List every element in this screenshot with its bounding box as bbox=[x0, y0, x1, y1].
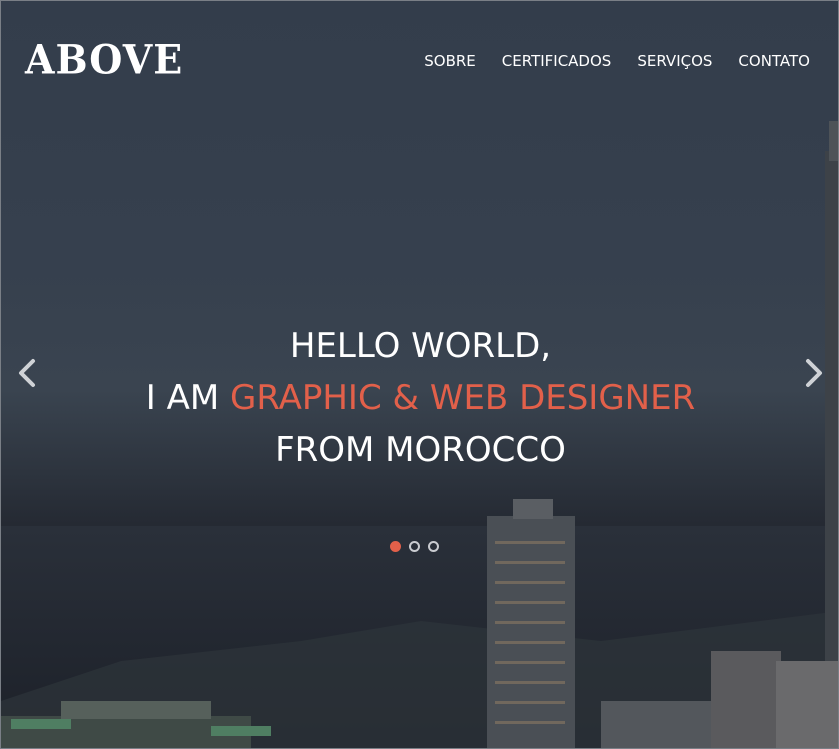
site-logo[interactable]: ABOVE bbox=[25, 36, 183, 83]
hero-line-2-accent: GRAPHIC & WEB DESIGNER bbox=[230, 377, 696, 418]
slider-dot[interactable] bbox=[390, 541, 401, 552]
nav-item-certificados[interactable]: CERTIFICADOS bbox=[502, 52, 612, 70]
nav-item-servicos[interactable]: SERVIÇOS bbox=[637, 52, 712, 70]
slider-dot[interactable] bbox=[409, 541, 420, 552]
nav-item-sobre[interactable]: SOBRE bbox=[424, 52, 476, 70]
hero-line-1: HELLO WORLD, bbox=[289, 325, 552, 366]
slider-dot[interactable] bbox=[428, 541, 439, 552]
hero-line-3: FROM MOROCCO bbox=[275, 429, 566, 470]
slider-pagination bbox=[390, 541, 439, 552]
hero-slider: ABOVE SOBRE CERTIFICADOS SERVIÇOS CONTAT… bbox=[0, 0, 839, 749]
nav-item-contato[interactable]: CONTATO bbox=[738, 52, 810, 70]
main-navigation: SOBRE CERTIFICADOS SERVIÇOS CONTATO bbox=[424, 52, 810, 70]
hero-line-2: I AM GRAPHIC & WEB DESIGNER bbox=[1, 372, 838, 424]
hero-line-2-prefix: I AM bbox=[145, 377, 231, 418]
hero-headline: HELLO WORLD, I AM GRAPHIC & WEB DESIGNER… bbox=[1, 320, 838, 476]
